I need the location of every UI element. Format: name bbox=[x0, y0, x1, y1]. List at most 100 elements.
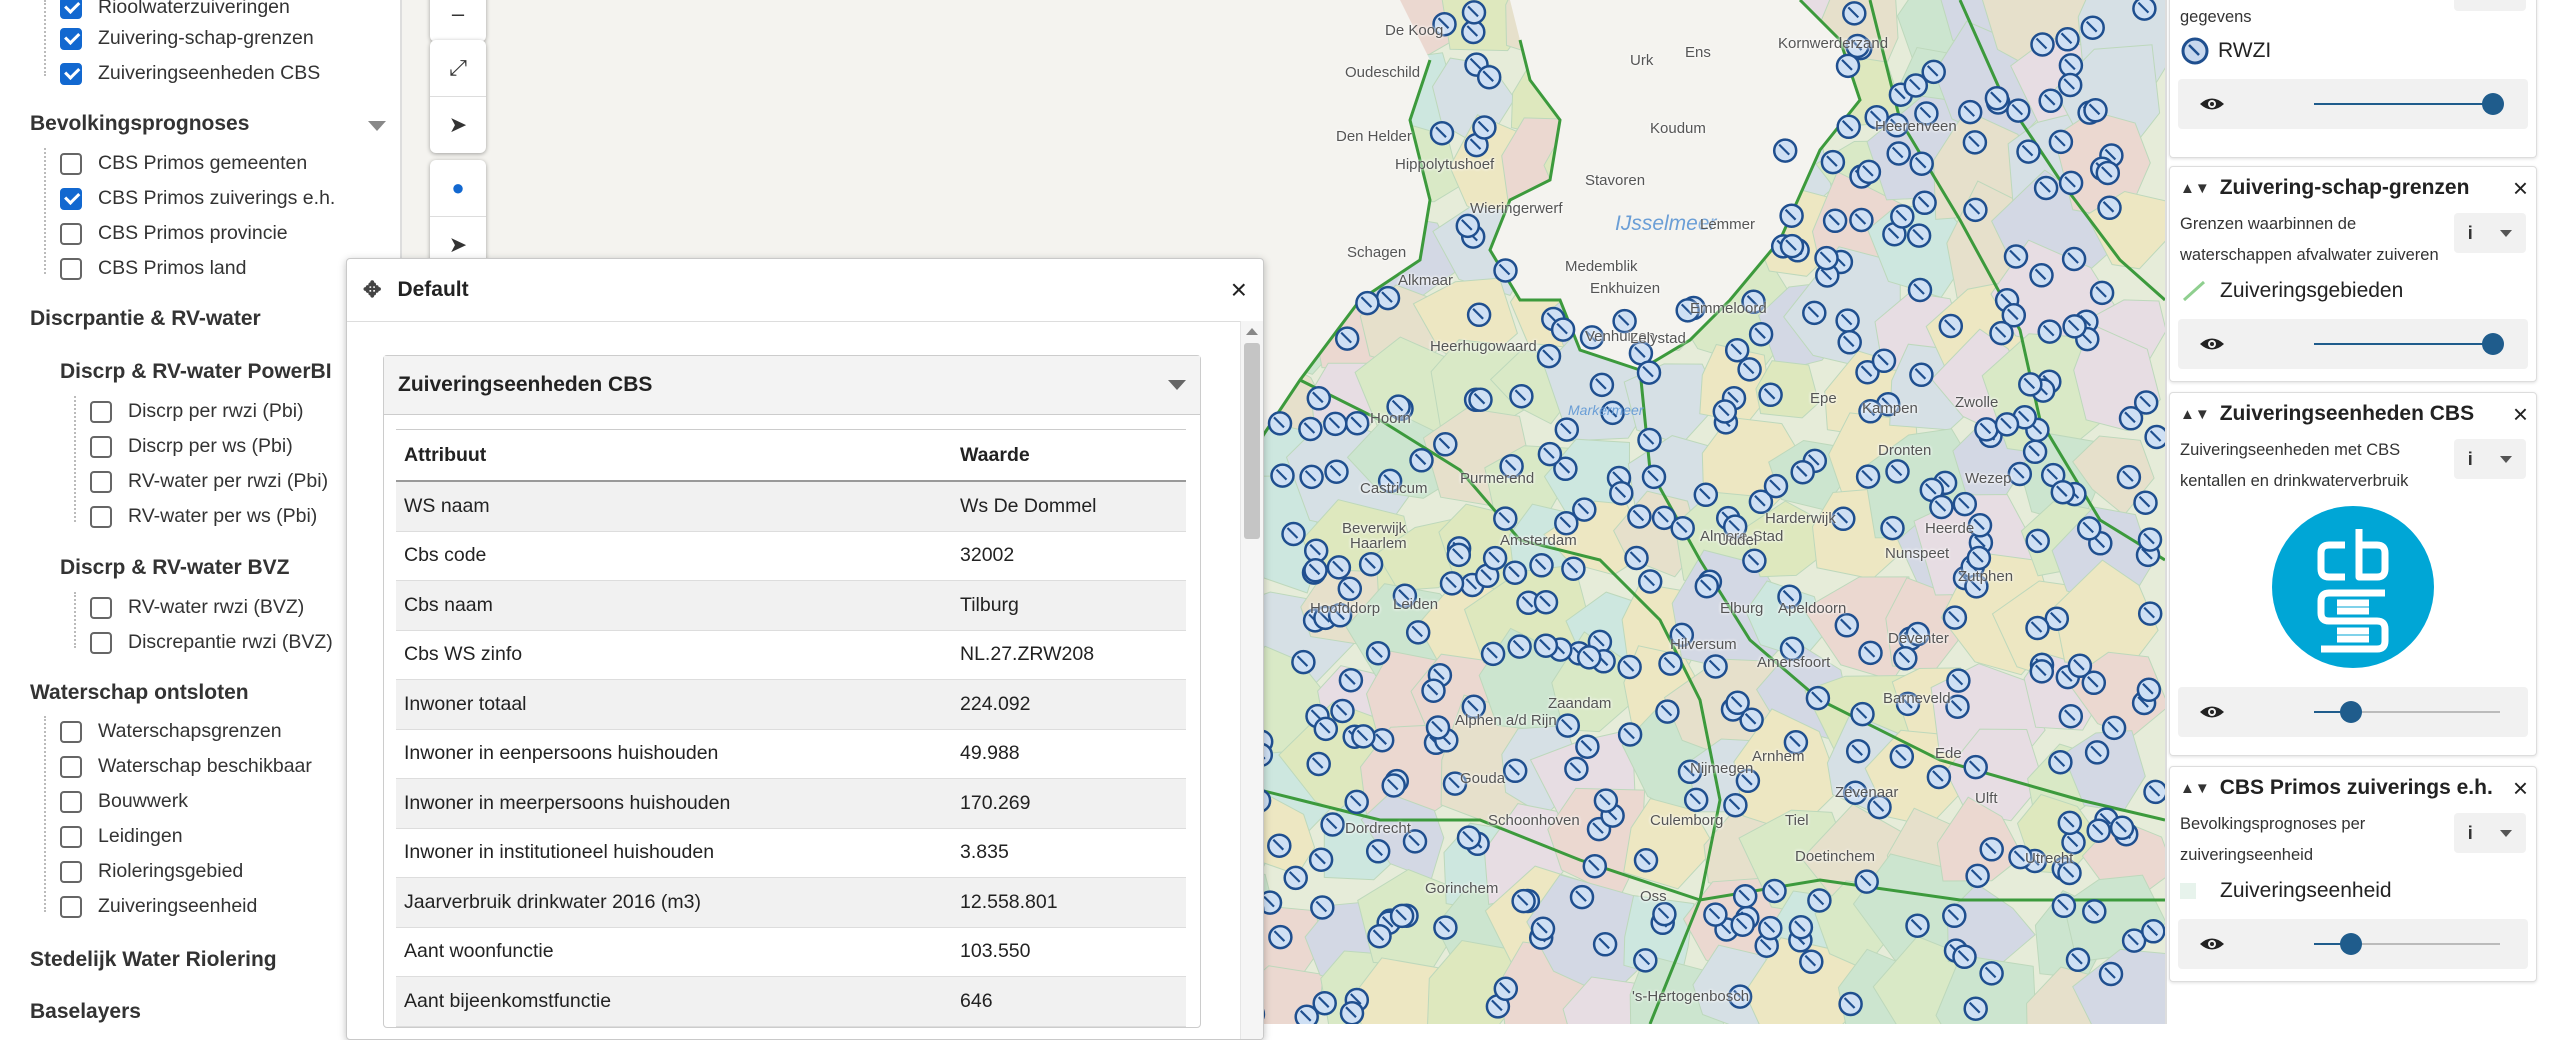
pin-icon[interactable]: ● bbox=[430, 160, 486, 217]
group-discrp-powerbi[interactable]: Discrp & RV-water PowerBI bbox=[60, 360, 332, 384]
group-baselayers[interactable]: Baselayers bbox=[30, 1000, 141, 1024]
legend-card-header[interactable]: ▲▼ Zuivering-schap-grenzen × bbox=[2170, 167, 2536, 209]
checkbox[interactable] bbox=[60, 27, 82, 50]
opacity-slider[interactable] bbox=[2314, 933, 2500, 955]
checkbox[interactable] bbox=[60, 755, 82, 778]
info-button[interactable] bbox=[2454, 0, 2526, 11]
layer-bouwwerk[interactable]: Bouwwerk bbox=[60, 790, 188, 813]
sort-icon[interactable]: ▲▼ bbox=[2180, 406, 2210, 423]
popup-header[interactable]: ✥ Default × bbox=[347, 259, 1263, 322]
rwzi-marker bbox=[1763, 473, 1789, 499]
rwzi-marker bbox=[2137, 601, 2163, 626]
checkbox[interactable] bbox=[90, 435, 112, 458]
move-icon[interactable]: ✥ bbox=[363, 277, 381, 303]
close-icon[interactable]: × bbox=[1231, 274, 1247, 306]
attribute-name: Jaarverbruik drinkwater 2016 (m3) bbox=[396, 877, 952, 928]
layer-discrp-per-rwzi-pbi[interactable]: Discrp per rwzi (Pbi) bbox=[90, 400, 304, 423]
layer-waterschap-beschikbaar[interactable]: Waterschap beschikbaar bbox=[60, 755, 312, 778]
checkbox[interactable] bbox=[90, 631, 112, 654]
slider-knob[interactable] bbox=[2481, 93, 2504, 115]
sort-icon[interactable]: ▲▼ bbox=[2180, 180, 2210, 197]
group-bevolkingsprognoses[interactable]: Bevolkingsprognoses bbox=[30, 112, 249, 136]
layer-cbs-primos-zuiverings[interactable]: CBS Primos zuiverings e.h. bbox=[60, 187, 335, 210]
layer-rv-water-per-ws-pbi[interactable]: RV-water per ws (Pbi) bbox=[90, 505, 317, 528]
feature-card-header[interactable]: Zuiveringseenheden CBS bbox=[384, 356, 1200, 415]
rwzi-marker bbox=[1572, 497, 1597, 522]
layer-zuivering-schap-grenzen[interactable]: Zuivering-schap-grenzen bbox=[60, 27, 314, 50]
chevron-down-icon[interactable] bbox=[1168, 380, 1186, 390]
layer-rv-water-rwzi-bvz[interactable]: RV-water rwzi (BVZ) bbox=[90, 596, 304, 619]
checkbox[interactable] bbox=[60, 895, 82, 918]
checkbox[interactable] bbox=[90, 470, 112, 493]
zoom-out-button[interactable]: – bbox=[430, 0, 486, 42]
info-button[interactable]: i bbox=[2454, 439, 2526, 479]
checkbox[interactable] bbox=[60, 825, 82, 848]
legend-card-header[interactable]: ▲▼ CBS Primos zuiverings e.h. × bbox=[2170, 767, 2536, 809]
layer-leidingen[interactable]: Leidingen bbox=[60, 825, 183, 848]
checkbox[interactable] bbox=[60, 790, 82, 813]
layer-rioleringsgebied[interactable]: Rioleringsgebied bbox=[60, 860, 243, 883]
group-waterschap-ontsloten[interactable]: Waterschap ontsloten bbox=[30, 681, 249, 705]
eye-icon[interactable] bbox=[2198, 701, 2226, 723]
layer-rioolwaterzuiveringen[interactable]: Rioolwaterzuiveringen bbox=[60, 0, 290, 19]
rwzi-marker bbox=[1468, 387, 1493, 412]
opacity-slider[interactable] bbox=[2314, 701, 2500, 723]
slider-knob[interactable] bbox=[2340, 701, 2363, 723]
checkbox[interactable] bbox=[60, 257, 82, 280]
scrollbar-thumb[interactable] bbox=[1244, 343, 1260, 539]
checkbox[interactable] bbox=[60, 222, 82, 245]
close-icon[interactable]: × bbox=[2513, 399, 2528, 430]
group-discrp-bvz[interactable]: Discrp & RV-water BVZ bbox=[60, 556, 290, 580]
feature-card: Zuiveringseenheden CBS Attribuut Waarde … bbox=[383, 355, 1201, 1028]
checkbox[interactable] bbox=[60, 0, 82, 19]
checkbox[interactable] bbox=[60, 720, 82, 743]
checkbox[interactable] bbox=[90, 400, 112, 423]
close-icon[interactable]: × bbox=[2513, 173, 2528, 204]
layer-zuiveringseenheden-cbs[interactable]: Zuiveringseenheden CBS bbox=[60, 62, 320, 85]
info-button[interactable]: i bbox=[2454, 813, 2526, 853]
rwzi-marker bbox=[1446, 542, 1472, 568]
sort-icon[interactable]: ▲▼ bbox=[2180, 780, 2210, 797]
rwzi-marker bbox=[1617, 654, 1642, 680]
checkbox[interactable] bbox=[60, 860, 82, 883]
rwzi-marker bbox=[1725, 690, 1750, 716]
legend-card-header[interactable]: ▲▼ Zuiveringseenheden CBS × bbox=[2170, 393, 2536, 435]
group-discrepantie[interactable]: Discrpantie & RV-water bbox=[30, 307, 261, 331]
checkbox[interactable] bbox=[60, 152, 82, 175]
eye-icon[interactable] bbox=[2198, 333, 2226, 355]
eye-icon[interactable] bbox=[2198, 933, 2226, 955]
layer-cbs-primos-gemeenten[interactable]: CBS Primos gemeenten bbox=[60, 152, 307, 175]
map-place-label: Doetinchem bbox=[1795, 848, 1876, 865]
layer-discrp-per-ws-pbi[interactable]: Discrp per ws (Pbi) bbox=[90, 435, 293, 458]
slider-knob[interactable] bbox=[2340, 933, 2363, 955]
slider-knob[interactable] bbox=[2481, 333, 2504, 355]
layer-cbs-primos-provincie[interactable]: CBS Primos provincie bbox=[60, 222, 288, 245]
info-button[interactable]: i bbox=[2454, 213, 2526, 253]
layer-zuiveringseenheid[interactable]: Zuiveringseenheid bbox=[60, 895, 257, 918]
layer-cbs-primos-land[interactable]: CBS Primos land bbox=[60, 257, 246, 280]
map-place-label: Wezep bbox=[1965, 470, 2012, 487]
map-place-label: Harderwijk bbox=[1765, 510, 1836, 527]
popup-scrollbar[interactable] bbox=[1240, 321, 1263, 1039]
rwzi-marker bbox=[1429, 120, 1455, 146]
locate-icon[interactable]: ➤ bbox=[430, 97, 486, 153]
rwzi-marker bbox=[1984, 85, 2010, 111]
scroll-up-icon[interactable] bbox=[1246, 328, 1258, 335]
rwzi-marker bbox=[2080, 15, 2105, 40]
eye-icon[interactable] bbox=[2198, 93, 2226, 115]
layer-discrepantie-rwzi-bvz[interactable]: Discrepantie rwzi (BVZ) bbox=[90, 631, 333, 654]
checkbox[interactable] bbox=[90, 505, 112, 528]
checkbox[interactable] bbox=[60, 187, 82, 210]
rwzi-marker bbox=[1480, 641, 1506, 667]
close-icon[interactable]: × bbox=[2513, 773, 2528, 804]
fullscreen-icon[interactable]: ⤢ bbox=[430, 40, 486, 97]
opacity-slider[interactable] bbox=[2314, 93, 2504, 115]
checkbox[interactable] bbox=[60, 62, 82, 85]
map-place-label: Amersfoort bbox=[1757, 654, 1831, 671]
layer-rv-water-per-rwzi-pbi[interactable]: RV-water per rwzi (Pbi) bbox=[90, 470, 328, 493]
checkbox[interactable] bbox=[90, 596, 112, 619]
layer-waterschapsgrenzen[interactable]: Waterschapsgrenzen bbox=[60, 720, 282, 743]
group-collapse-icon[interactable] bbox=[368, 121, 386, 131]
group-stedelijk-water[interactable]: Stedelijk Water Riolering bbox=[30, 948, 277, 972]
opacity-slider[interactable] bbox=[2314, 333, 2504, 355]
